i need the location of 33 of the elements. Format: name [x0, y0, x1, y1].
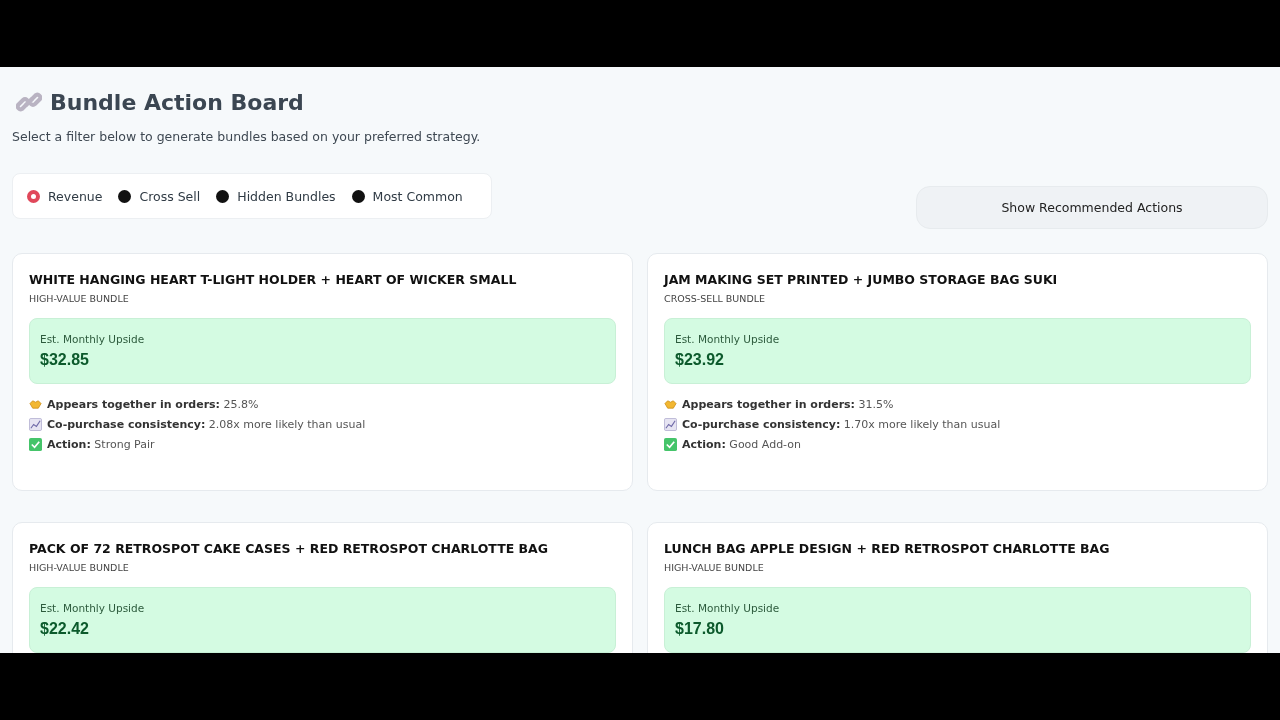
- upside-amount: $23.92: [675, 351, 725, 369]
- upside-amount: $17.80: [675, 620, 725, 638]
- page-subtitle: Select a filter below to generate bundles based on your preferred strategy.: [12, 129, 482, 144]
- stat-text: Action: Strong Pair: [47, 438, 155, 451]
- filter-radio[interactable]: Revenue: [27, 189, 103, 204]
- upside-amount: $32.85: [40, 351, 90, 369]
- stat-text: Co-purchase consistency: 1.70x more likely than usual: [682, 418, 1001, 431]
- checkmark-icon: [664, 438, 677, 451]
- upside-label: Est. Monthly Upside: [40, 602, 146, 614]
- chart-icon: [664, 418, 677, 431]
- bundle-type: HIGH-VALUE BUNDLE: [29, 293, 130, 304]
- bundle-title: LUNCH BAG APPLE DESIGN + RED RETROSPOT CHARLOTTE BAG: [664, 541, 1111, 556]
- filter-radio[interactable]: Most Common: [351, 189, 463, 204]
- recommended-actions-button[interactable]: Show Recommended Actions: [916, 186, 1268, 229]
- filter-radio[interactable]: Cross Sell: [118, 189, 201, 204]
- bundle-type: HIGH-VALUE BUNDLE: [29, 562, 130, 573]
- bundle-title: WHITE HANGING HEART T-LIGHT HOLDER + HEART OF WICKER SMALL: [29, 272, 518, 287]
- bundle-title: PACK OF 72 RETROSPOT CAKE CASES + RED RETROSPOT CHARLOTTE BAG: [29, 541, 550, 556]
- bundle-type: CROSS-SELL BUNDLE: [664, 293, 767, 304]
- upside-label: Est. Monthly Upside: [675, 602, 781, 614]
- bundle-type: HIGH-VALUE BUNDLE: [664, 562, 765, 573]
- filter-radio[interactable]: Hidden Bundles: [216, 189, 336, 204]
- stat-text: Appears together in orders: 25.8%: [47, 398, 259, 411]
- upside-label: Est. Monthly Upside: [675, 333, 781, 345]
- chart-icon: [29, 418, 42, 431]
- stat-text: Appears together in orders: 31.5%: [682, 398, 894, 411]
- upside-label: Est. Monthly Upside: [40, 333, 146, 345]
- upside-amount: $22.42: [40, 620, 90, 638]
- checkmark-icon: [29, 438, 42, 451]
- page-title: Bundle Action Board: [50, 89, 304, 115]
- bundle-title: JAM MAKING SET PRINTED + JUMBO STORAGE BAG SUKI: [664, 272, 1059, 287]
- stat-text: Co-purchase consistency: 2.08x more likely than usual: [47, 418, 366, 431]
- stat-text: Action: Good Add-on: [682, 438, 801, 451]
